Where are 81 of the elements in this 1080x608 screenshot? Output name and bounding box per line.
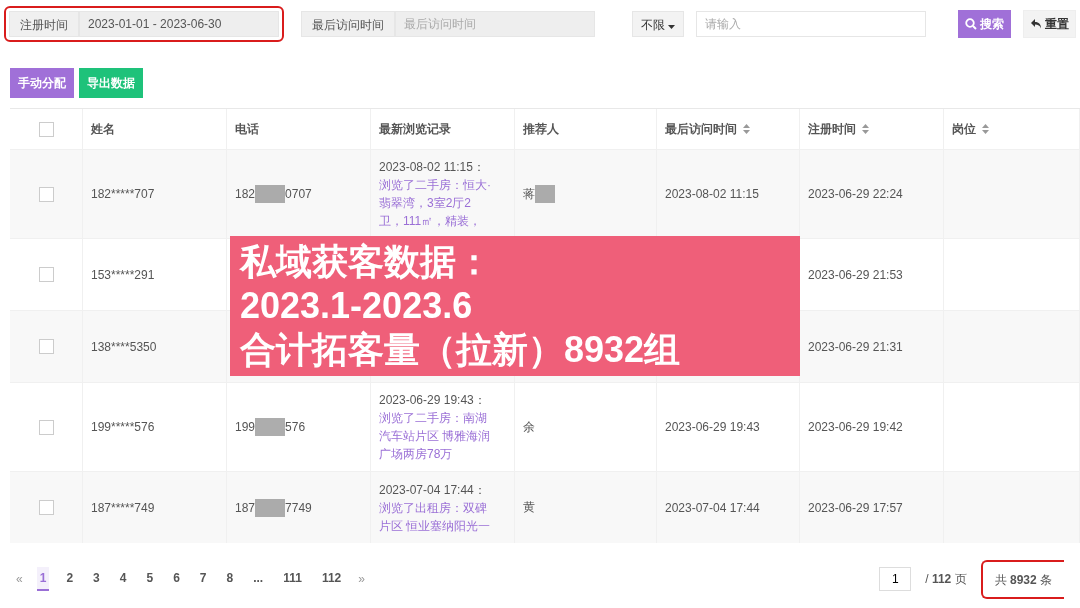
record-time: 2023-07-04 17:44： [379,481,487,499]
record-link[interactable]: 翡翠湾，3室2厅2 [379,194,491,212]
redaction-block [535,185,555,203]
date-range-field[interactable]: 最后访问时间 [395,11,595,37]
column-header: 推荐人 [523,120,559,138]
table-cell: 2023-06-29 17:57 [808,500,903,515]
table-cell: 2023-07-04 17:44 [665,500,760,515]
page-link[interactable]: 3 [90,567,103,591]
column-header: 岗位 [952,120,976,138]
select-all-checkbox[interactable] [38,121,54,137]
search-icon [965,18,977,30]
page-total: / 112 页 [925,570,967,588]
search-field[interactable]: 请输入 [696,11,927,37]
column-header: 最后访问时间 [665,120,737,138]
caption-line: 2023.1-2023.6 [240,284,474,328]
page-number-field[interactable]: 1 [879,567,912,591]
redaction-block [255,185,286,203]
record-link[interactable]: 广场两房78万 [379,445,491,463]
search-button[interactable]: 搜索 [958,10,1011,38]
table-cell: 7749 [285,500,312,515]
table-cell: 187*****749 [91,500,155,515]
page-link[interactable]: 7 [196,567,210,591]
redaction-block [255,418,286,436]
table-cell: 2023-06-29 19:43 [665,420,760,434]
sort-icon[interactable] [743,124,750,134]
table-cell: 187 [235,500,256,515]
caption-line: 合计拓客量（拉新）8932组 [240,328,682,372]
table-cell: 2023-06-29 19:42 [808,420,903,434]
record-link[interactable]: 片区 恒业塞纳阳光一 [379,516,491,535]
row-checkbox[interactable] [38,339,54,354]
table-cell: 余 [523,418,535,436]
table-cell: 2023-06-29 21:31 [808,339,903,354]
table-cell: 黄 [523,499,535,516]
caret-icon [668,25,676,29]
page-link[interactable]: 6 [170,567,183,591]
table-cell: 2023-06-29 22:24 [808,187,903,201]
row-checkbox[interactable] [38,419,54,435]
record-link[interactable]: 汽车站片区 博雅海润 [379,427,491,445]
table-cell: 182 [235,187,256,201]
record-time: 2023-06-29 19:43： [379,392,487,409]
column-header: 姓名 [91,120,115,138]
record-link[interactable]: 卫，111㎡，精装， [379,212,491,230]
undo-icon [1030,18,1042,30]
table-cell: 2023-06-29 21:53 [808,267,903,282]
table-cell: 153*****291 [91,267,155,282]
table-cell: 0707 [285,187,312,201]
row-checkbox[interactable] [38,186,54,202]
page-link[interactable]: 5 [143,567,157,591]
date-range-field[interactable]: 2023-01-01 - 2023-06-30 [79,11,279,37]
page-link[interactable]: 112 [318,567,345,591]
page-link[interactable]: 111 [280,567,305,591]
column-header: 最新浏览记录 [379,120,451,138]
row-checkbox[interactable] [38,500,54,515]
record-time: 2023-08-02 11:15： [379,159,486,176]
table-cell: 138****5350 [91,339,157,354]
table-cell: 182*****707 [91,187,155,201]
page-link[interactable]: 8 [223,567,237,591]
sort-icon[interactable] [982,124,989,134]
action-button[interactable]: 手动分配 [10,68,74,98]
filter-label: 最后访问时间 [301,11,395,37]
column-header: 电话 [235,120,259,138]
sort-icon[interactable] [862,124,869,134]
record-link[interactable]: 浏览了二手房：恒大· [379,176,491,194]
reset-button[interactable]: 重置 [1023,10,1076,38]
row-checkbox[interactable] [38,267,54,282]
table-cell: 蒋 [523,185,535,203]
caption-line: 私域获客数据： [240,240,493,284]
table-cell: 2023-08-02 11:15 [665,187,759,201]
table-cell: 199*****576 [91,420,155,434]
record-link[interactable]: 浏览了出租房：双碑 [379,498,491,517]
table-cell: 576 [285,420,306,434]
condition-dropdown[interactable]: 不限 [632,11,685,37]
table-cell: 199 [235,420,256,434]
column-header: 注册时间 [808,120,856,138]
record-link[interactable]: 浏览了二手房：南湖 [379,409,491,427]
record-total: 共 8932 条 [994,572,1052,587]
page-link[interactable]: 4 [116,567,130,591]
redaction-block [255,498,286,517]
filter-label: 注册时间 [9,11,79,37]
page-link[interactable]: ... [250,567,267,591]
page-link[interactable]: 2 [63,567,77,591]
